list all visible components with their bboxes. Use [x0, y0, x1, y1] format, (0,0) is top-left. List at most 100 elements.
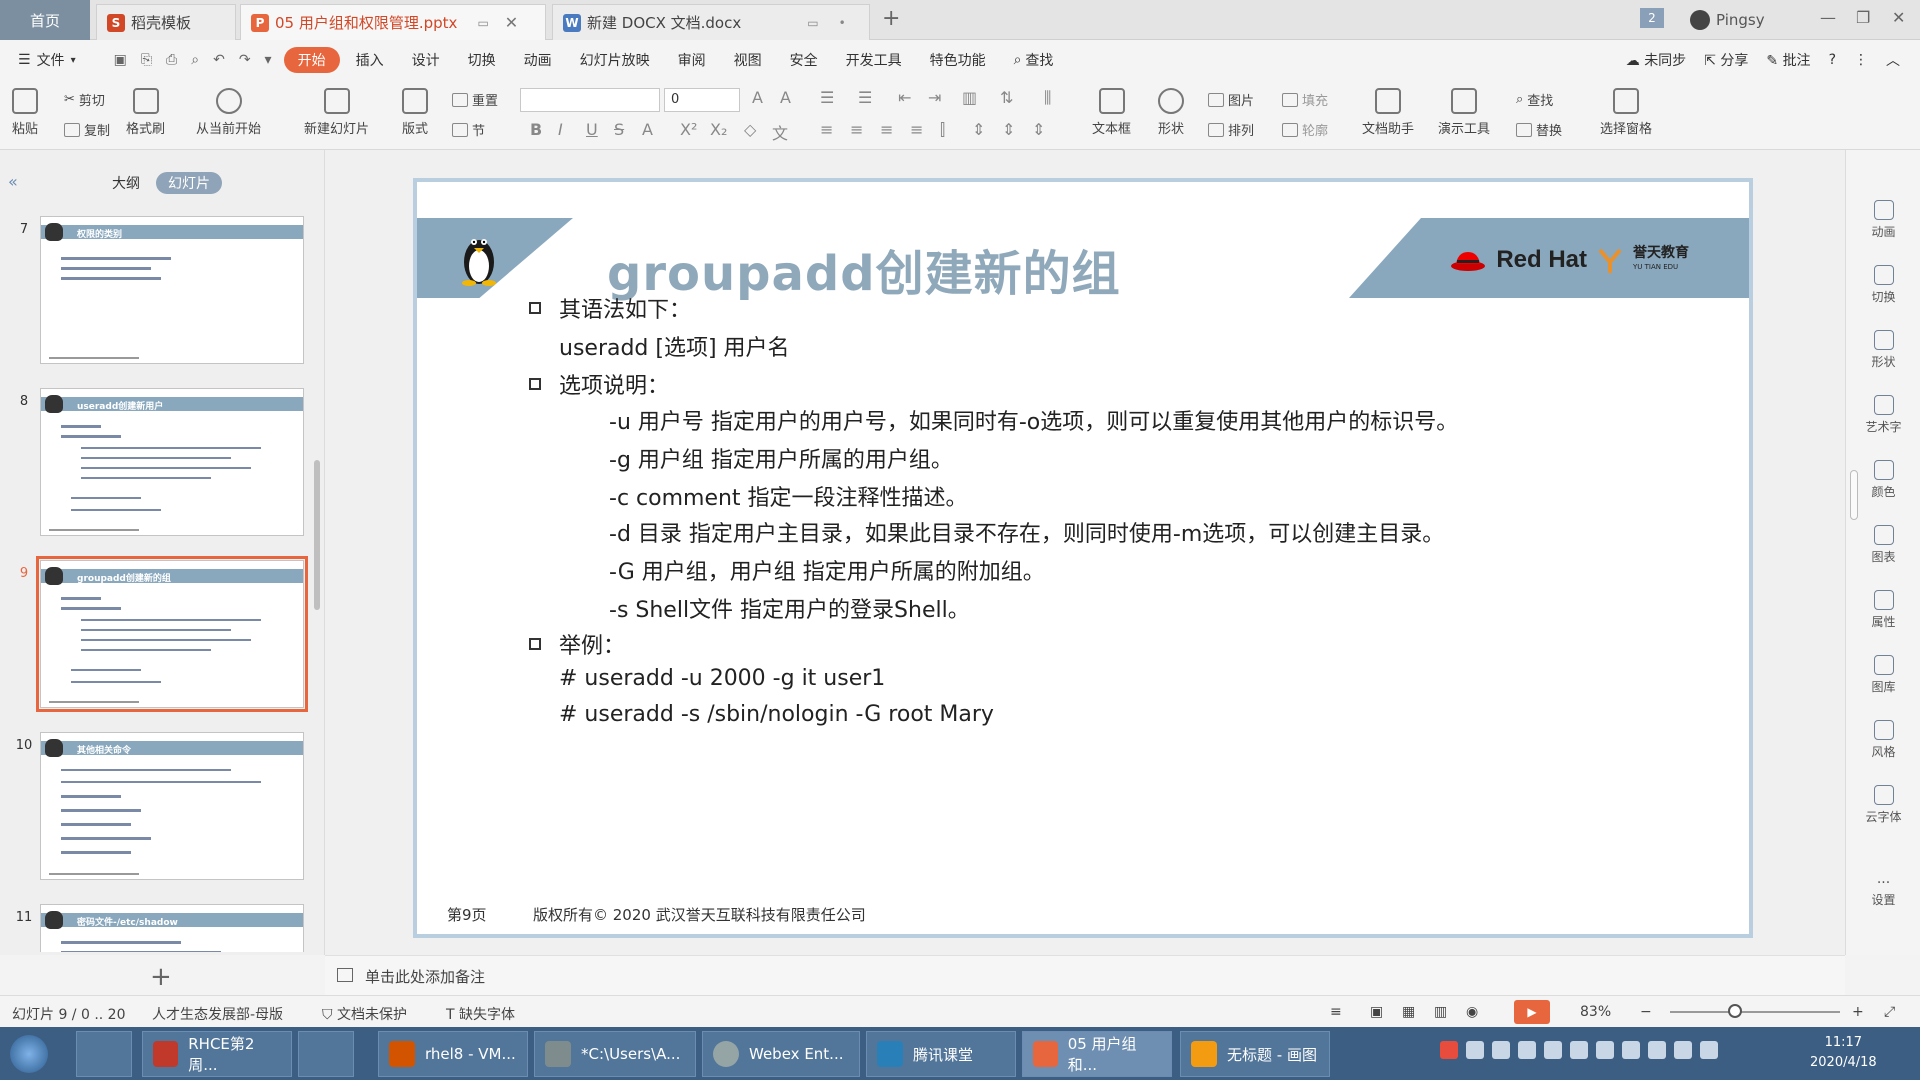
- home-tab[interactable]: 首页: [0, 0, 90, 40]
- menu-view[interactable]: 视图: [722, 47, 774, 73]
- paste-button[interactable]: 粘贴: [12, 88, 38, 137]
- align-center-icon[interactable]: ≡: [850, 120, 863, 139]
- menu-features[interactable]: 特色功能: [918, 47, 998, 73]
- sidebar-wordart[interactable]: 艺术字: [1846, 395, 1920, 435]
- network-icon[interactable]: [1648, 1041, 1666, 1059]
- more-icon[interactable]: ▾: [265, 52, 272, 68]
- fit-window-icon[interactable]: ⤢: [1884, 1004, 1895, 1020]
- comment-button[interactable]: ✎ 批注: [1766, 50, 1810, 70]
- tray-icon[interactable]: [1596, 1041, 1614, 1059]
- superscript-icon[interactable]: X²: [680, 120, 697, 139]
- monitor-icon[interactable]: ▭: [477, 16, 488, 30]
- start-button[interactable]: [10, 1035, 48, 1073]
- format-painter-button[interactable]: 格式刷: [126, 88, 165, 137]
- line-spacing-icon[interactable]: ⇕: [972, 120, 985, 139]
- volume-icon[interactable]: [1674, 1041, 1692, 1059]
- taskbar-app[interactable]: [76, 1031, 132, 1077]
- menu-home[interactable]: 开始: [283, 47, 340, 73]
- taskbar-item[interactable]: 腾讯课堂: [866, 1031, 1016, 1077]
- bold-icon[interactable]: B: [530, 120, 542, 139]
- slide-thumbnail[interactable]: 权限的类别: [40, 216, 304, 364]
- taskbar-item-active[interactable]: 05 用户组和...: [1022, 1031, 1172, 1077]
- user-account[interactable]: Pingsy: [1690, 10, 1765, 30]
- help-icon[interactable]: ?: [1829, 52, 1836, 68]
- numbering-icon[interactable]: ☰: [858, 88, 872, 107]
- save-icon[interactable]: ▣: [114, 52, 127, 68]
- font-family-select[interactable]: [520, 88, 660, 112]
- zoom-in-icon[interactable]: +: [1852, 1004, 1864, 1020]
- menu-review[interactable]: 审阅: [666, 47, 718, 73]
- collapse-panel-icon[interactable]: «: [8, 172, 18, 191]
- zoom-level[interactable]: 83%: [1580, 1004, 1611, 1020]
- outline-button[interactable]: 轮廓: [1282, 120, 1328, 139]
- align-text-icon[interactable]: ⫼: [1044, 88, 1051, 108]
- phonetic-icon[interactable]: 文: [772, 120, 788, 144]
- align-right-icon[interactable]: ≡: [880, 120, 893, 139]
- menu-design[interactable]: 设计: [400, 47, 452, 73]
- presenter-view-icon[interactable]: ◉: [1466, 1004, 1478, 1020]
- arrange-button[interactable]: 排列: [1208, 120, 1254, 139]
- fill-button[interactable]: 填充: [1282, 90, 1328, 109]
- sidebar-animation[interactable]: 动画: [1846, 200, 1920, 240]
- sidebar-shape[interactable]: 形状: [1846, 330, 1920, 370]
- picture-button[interactable]: 图片: [1208, 90, 1254, 109]
- share-button[interactable]: ⇱ 分享: [1704, 50, 1748, 70]
- clock[interactable]: 11:17 2020/4/18: [1810, 1033, 1877, 1073]
- strikethrough-icon[interactable]: S: [614, 120, 624, 139]
- bullets-icon[interactable]: ☰: [820, 88, 834, 107]
- sidebar-cloud-font[interactable]: 云字体: [1846, 785, 1920, 825]
- tray-icon[interactable]: [1518, 1041, 1536, 1059]
- minimize-icon[interactable]: —: [1820, 8, 1836, 27]
- taskbar-item[interactable]: Webex Ent...: [702, 1031, 860, 1077]
- text-box-button[interactable]: 文本框: [1092, 88, 1131, 137]
- sync-button[interactable]: ☁ 未同步: [1626, 50, 1686, 70]
- slide-thumbnail[interactable]: 其他相关命令: [40, 732, 304, 880]
- close-window-icon[interactable]: ✕: [1892, 8, 1905, 27]
- ime-icon[interactable]: [1440, 1041, 1458, 1059]
- font-size-select[interactable]: 0: [664, 88, 740, 112]
- increase-indent-icon[interactable]: ⇥: [928, 88, 941, 107]
- notification-badge[interactable]: 2: [1640, 8, 1664, 28]
- cut-button[interactable]: ✂ 剪切: [64, 90, 105, 109]
- notes-area[interactable]: 单击此处添加备注: [325, 955, 1845, 995]
- print-icon[interactable]: ⎙: [166, 52, 177, 68]
- tab-outline[interactable]: 大纲: [100, 172, 152, 194]
- taskbar-item[interactable]: RHCE第2周...: [142, 1031, 292, 1077]
- collapse-ribbon-icon[interactable]: ︿: [1886, 50, 1900, 70]
- shape-button[interactable]: 形状: [1158, 88, 1184, 137]
- taskbar-item[interactable]: 无标题 - 画图: [1180, 1031, 1330, 1077]
- text-direction-icon[interactable]: ⇅: [1000, 88, 1013, 107]
- tab-docer[interactable]: S 稻壳模板: [96, 4, 236, 40]
- play-from-current-button[interactable]: 从当前开始: [196, 88, 261, 137]
- slide-thumbnail[interactable]: useradd创建新用户: [40, 388, 304, 536]
- reset-button[interactable]: 重置: [452, 90, 498, 109]
- subscript-icon[interactable]: X₂: [710, 120, 727, 139]
- undo-icon[interactable]: ↶: [213, 52, 225, 68]
- reading-view-icon[interactable]: ▥: [1434, 1004, 1447, 1020]
- zoom-slider-handle[interactable]: [1728, 1004, 1742, 1018]
- tab-pptx[interactable]: P 05 用户组和权限管理.pptx ▭ ✕: [240, 4, 546, 40]
- taskbar-app[interactable]: [298, 1031, 354, 1077]
- maximize-icon[interactable]: ❐: [1856, 8, 1870, 27]
- align-left-icon[interactable]: ≡: [820, 120, 833, 139]
- layout-button[interactable]: 版式: [402, 88, 428, 137]
- font-color-icon[interactable]: A: [642, 120, 653, 139]
- justify-icon[interactable]: ≡: [910, 120, 923, 139]
- play-slideshow-button[interactable]: ▶: [1514, 1000, 1550, 1024]
- menu-animation[interactable]: 动画: [512, 47, 564, 73]
- columns-icon[interactable]: ▥: [962, 88, 977, 107]
- zoom-slider[interactable]: [1670, 1011, 1840, 1013]
- menu-slideshow[interactable]: 幻灯片放映: [568, 47, 662, 73]
- normal-view-icon[interactable]: ▣: [1370, 1004, 1383, 1020]
- sorter-view-icon[interactable]: ▦: [1402, 1004, 1415, 1020]
- notes-toggle-icon[interactable]: ≡: [1330, 1004, 1342, 1020]
- replace-button[interactable]: 替换: [1516, 120, 1562, 139]
- sidebar-gallery[interactable]: 图库: [1846, 655, 1920, 695]
- canvas-scrollbar[interactable]: [1850, 470, 1858, 520]
- copy-button[interactable]: 复制: [64, 120, 110, 139]
- menu-developer[interactable]: 开发工具: [834, 47, 914, 73]
- tray-icon[interactable]: [1570, 1041, 1588, 1059]
- shrink-font-icon[interactable]: A: [780, 88, 791, 107]
- tray-icon[interactable]: [1466, 1041, 1484, 1059]
- monitor-icon[interactable]: ▭: [807, 16, 818, 30]
